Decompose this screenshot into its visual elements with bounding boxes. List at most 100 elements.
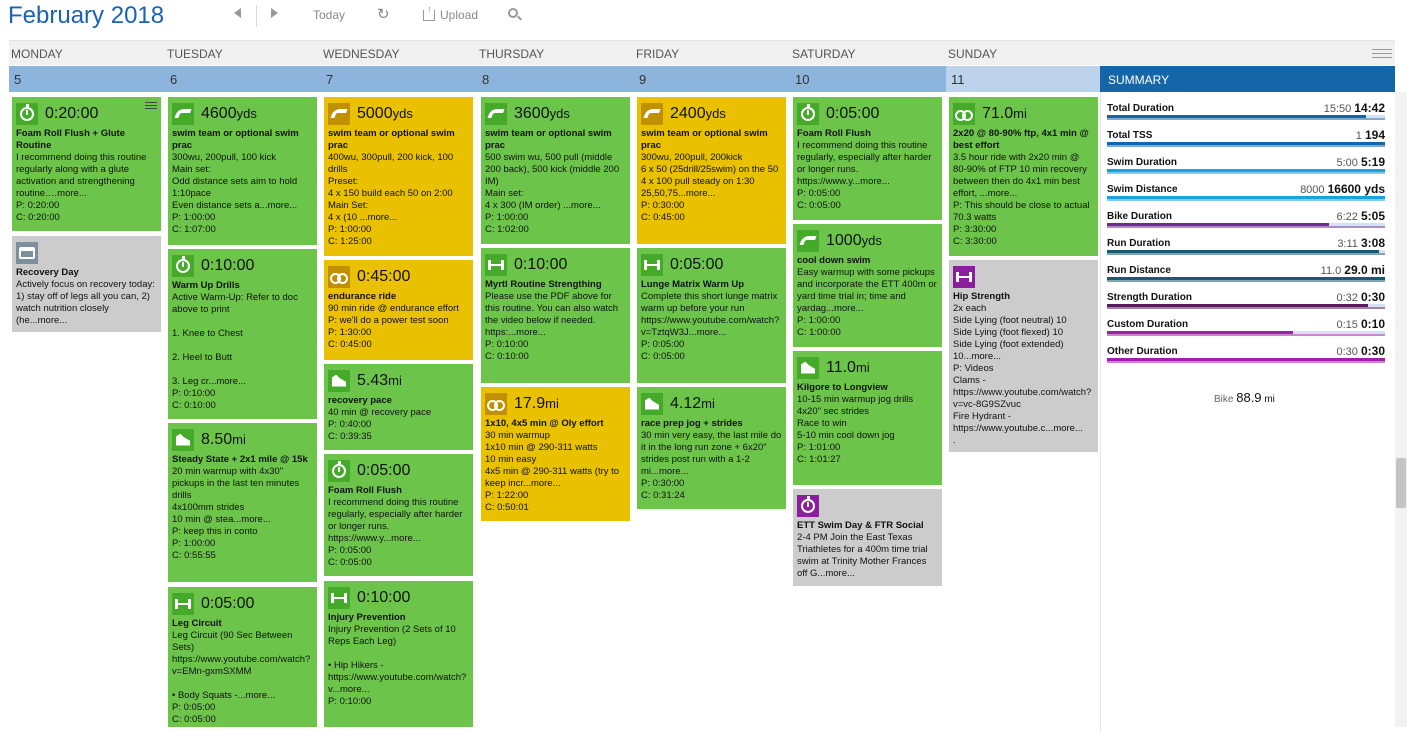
search-button[interactable] bbox=[508, 8, 522, 21]
workout-title: Lunge Matrix Warm Up bbox=[641, 279, 745, 290]
workout-planned: P: keep this in conto bbox=[172, 526, 258, 537]
upload-button[interactable]: ↑ Upload bbox=[423, 4, 478, 22]
workout-planned: P: 0:10:00 bbox=[172, 388, 216, 399]
card-menu-icon[interactable] bbox=[145, 102, 157, 109]
workout-card-header: 2400yds bbox=[641, 100, 782, 127]
day-header-sunday: SUNDAY bbox=[948, 47, 998, 61]
calendar-menu-icon[interactable] bbox=[1372, 49, 1392, 58]
today-button[interactable]: Today bbox=[313, 8, 345, 22]
workout-description: Please use the PDF above for this routin… bbox=[485, 291, 619, 338]
workout-card-header: 0:05:00 bbox=[172, 590, 313, 617]
workout-description: 300wu, 200pull, 100 kick Main set: Odd d… bbox=[172, 152, 298, 211]
bike-icon bbox=[953, 102, 975, 125]
workout-completed: C: 1:00:00 bbox=[797, 327, 841, 338]
workout-completed: C: 0:10:00 bbox=[485, 351, 529, 362]
workout-card[interactable]: 11.0mi Kilgore to Longview 10-15 min warmu… bbox=[793, 351, 942, 485]
workout-planned: P: 0:05:00 bbox=[172, 702, 216, 713]
workout-metric: 3600yds bbox=[514, 104, 570, 122]
workout-title: Warm Up Drills bbox=[172, 280, 240, 291]
summary-progress-bar bbox=[1107, 223, 1385, 228]
workout-card[interactable]: 0:05:00 Foam Roll Flush I recommend doing … bbox=[324, 454, 473, 576]
workout-description: 20 min warmup with 4x30" pickups in the … bbox=[172, 466, 300, 525]
workout-card[interactable]: 2400yds swim team or optional swim prac 30… bbox=[637, 97, 786, 244]
workout-card-header: 0:05:00 bbox=[328, 457, 469, 484]
chevron-left-icon bbox=[234, 8, 241, 18]
workout-card[interactable]: 0:10:00 Warm Up Drills Active Warm-Up: Ref… bbox=[168, 249, 317, 419]
run-icon bbox=[172, 428, 194, 451]
workout-card[interactable]: ETT Swim Day & FTR Social 2-4 PM Join the… bbox=[793, 489, 942, 586]
workout-card[interactable]: 0:10:00 Myrtl Routine Strengthing Please u… bbox=[481, 248, 630, 383]
workout-metric: 0:10:00 bbox=[357, 588, 411, 606]
date-cell-7[interactable]: 7 bbox=[321, 66, 477, 92]
workout-planned: P: 3:30:00 bbox=[953, 224, 997, 235]
workout-card[interactable]: 1000yds cool down swim Easy warmup with so… bbox=[793, 224, 942, 347]
prev-week-button[interactable] bbox=[234, 8, 241, 18]
workout-card[interactable]: Hip Strength 2x each Side Lying (foot neu… bbox=[949, 260, 1098, 452]
workout-completed: P: 1:00:00 C: 0:55:55 bbox=[172, 538, 216, 561]
workout-description: 30 min very easy, the last mile do it in… bbox=[641, 430, 782, 477]
date-cell-11[interactable]: 11 bbox=[946, 66, 1100, 92]
workout-planned: P: 0:10:00 bbox=[328, 696, 372, 707]
workout-card[interactable]: 5.43mi recovery pace 40 min @ recovery pac… bbox=[324, 364, 473, 450]
workout-title: Foam Roll Flush bbox=[797, 128, 871, 139]
workout-planned: P: 1:00:00 bbox=[797, 315, 841, 326]
workout-metric: 1000yds bbox=[826, 231, 882, 249]
summary-progress-bar bbox=[1107, 331, 1385, 336]
refresh-button[interactable]: ↻ bbox=[377, 5, 390, 23]
workout-card[interactable]: 0:05:00 Foam Roll Flush I recommend doing … bbox=[793, 97, 942, 220]
workout-card[interactable]: 17.9mi 1x10, 4x5 min @ Oly effort 30 min w… bbox=[481, 387, 630, 521]
workout-card[interactable]: 4600yds swim team or optional swim prac 30… bbox=[168, 97, 317, 245]
summary-progress-bar bbox=[1107, 304, 1385, 309]
workout-card-header bbox=[16, 239, 157, 266]
bike-icon bbox=[485, 392, 507, 415]
summary-label: Strength Duration bbox=[1107, 292, 1192, 303]
workout-card[interactable]: 5000yds swim team or optional swim prac 40… bbox=[324, 97, 473, 256]
workout-card-header: 8.50mi bbox=[172, 426, 313, 453]
summary-row: Swim Distance 8000 16600 yds bbox=[1107, 179, 1385, 206]
workout-card-header: 11.0mi bbox=[797, 354, 938, 381]
workout-card[interactable]: 0:05:00 Lunge Matrix Warm Up Complete this… bbox=[637, 248, 786, 383]
workout-description: 300wu, 200pull, 200kick 6 x 50 (25drill/… bbox=[641, 152, 779, 199]
summary-value: 8000 16600 yds bbox=[1300, 182, 1385, 196]
date-cell-5[interactable]: 5 bbox=[9, 66, 165, 92]
summary-progress-bar bbox=[1107, 115, 1385, 120]
summary-label: Other Duration bbox=[1107, 346, 1178, 357]
workout-title: 2x20 @ 80-90% ftp, 4x1 min @ best effort bbox=[953, 128, 1089, 151]
workout-description: I recommend doing this routine regularly… bbox=[797, 140, 932, 187]
workout-card[interactable]: 4.12mi race prep jog + strides 30 min very… bbox=[637, 387, 786, 509]
scrollbar-thumb[interactable] bbox=[1396, 458, 1406, 508]
workout-card[interactable]: 71.0mi 2x20 @ 80-90% ftp, 4x1 min @ best … bbox=[949, 97, 1098, 256]
date-cell-6[interactable]: 6 bbox=[165, 66, 321, 92]
stopwatch-icon bbox=[172, 254, 194, 277]
workout-completed: C: 0:05:00 bbox=[797, 200, 841, 211]
workout-completed: C: 0:45:00 bbox=[641, 212, 685, 223]
workout-card[interactable]: Recovery Day Actively focus on recovery t… bbox=[12, 236, 161, 332]
workout-card[interactable]: 3600yds swim team or optional swim prac 50… bbox=[481, 97, 630, 244]
next-week-button[interactable] bbox=[271, 8, 278, 18]
workout-completed: C: 0:31:24 bbox=[641, 490, 685, 501]
date-cell-8[interactable]: 8 bbox=[477, 66, 634, 92]
summary-progress-bar bbox=[1107, 358, 1385, 363]
workout-planned: P: 0:40:00 bbox=[328, 419, 372, 430]
workout-planned: P: 0:20:00 bbox=[16, 200, 60, 211]
workout-card-header: 4.12mi bbox=[641, 390, 782, 417]
workout-completed: C: 1:25:00 bbox=[328, 236, 372, 247]
workout-metric: 0:45:00 bbox=[357, 267, 411, 285]
search-icon bbox=[508, 8, 522, 21]
date-cell-9[interactable]: 9 bbox=[634, 66, 790, 92]
workout-planned: P: 0:30:00 bbox=[641, 200, 685, 211]
workout-card[interactable]: 8.50mi Steady State + 2x1 mile @ 15k 20 mi… bbox=[168, 423, 317, 582]
workout-card[interactable]: 0:20:00 Foam Roll Flush + Glute Routine I … bbox=[12, 97, 161, 231]
workout-title: Foam Roll Flush bbox=[328, 485, 402, 496]
summary-row: Total Duration 15:50 14:42 bbox=[1107, 98, 1385, 125]
month-title: February 2018 bbox=[8, 2, 164, 30]
workout-title: Hip Strength bbox=[953, 291, 1010, 302]
workout-card[interactable]: 0:05:00 Leg Circuit Leg Circuit (90 Sec Be… bbox=[168, 587, 317, 727]
workout-completed: C: 0:45:00 bbox=[328, 339, 372, 350]
workout-card[interactable]: 0:10:00 Injury Prevention Injury Preventio… bbox=[324, 581, 473, 727]
workout-card[interactable]: 0:45:00 endurance ride 90 min ride @ endur… bbox=[324, 260, 473, 360]
workout-metric: 4.12mi bbox=[670, 394, 715, 412]
scrollbar-track[interactable] bbox=[1395, 92, 1407, 727]
workout-metric: 0:10:00 bbox=[201, 256, 255, 274]
date-cell-10[interactable]: 10 bbox=[790, 66, 946, 92]
